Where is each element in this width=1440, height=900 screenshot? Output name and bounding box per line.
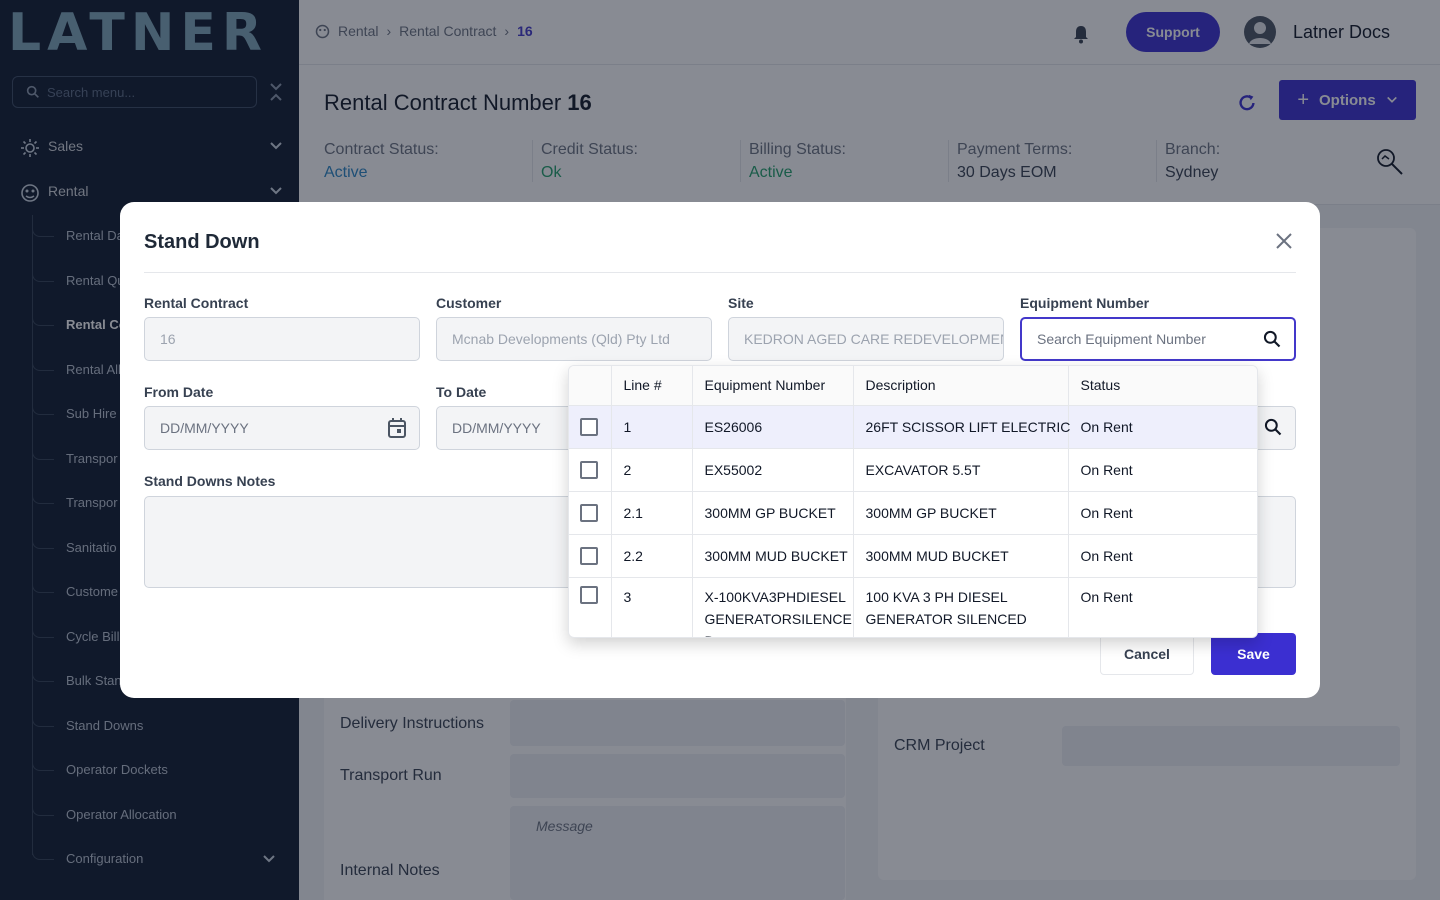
line-cell: 1 [611, 405, 693, 449]
row-checkbox[interactable] [580, 503, 598, 522]
description-cell: 100 KVA 3 PH DIESEL GENERATOR SILENCED [853, 577, 1069, 637]
from-date-label: From Date [144, 384, 214, 400]
save-button[interactable]: Save [1211, 633, 1296, 675]
customer-field: Mcnab Developments (Qld) Pty Ltd [436, 317, 712, 361]
rental-contract-value: 16 [160, 331, 176, 347]
row-select-cell [569, 405, 612, 449]
row-select-cell [569, 491, 612, 535]
table-header-row: Line # Equipment Number Description Stat… [569, 366, 1257, 406]
search-icon[interactable] [1262, 329, 1282, 349]
divider [144, 272, 1296, 273]
modal-title: Stand Down [144, 231, 260, 253]
table-row[interactable]: 2.1 300MM GP BUCKET 300MM GP BUCKET On R… [569, 491, 1257, 535]
equipment-dropdown: Line # Equipment Number Description Stat… [568, 365, 1258, 638]
equipment-cell: X-100KVA3PHDIESELGENERATORSILENCED [692, 577, 854, 637]
row-checkbox[interactable] [580, 585, 598, 604]
column-header: Description [853, 366, 1069, 406]
equipment-cell: EX55002 [692, 448, 854, 492]
site-value: KEDRON AGED CARE REDEVELOPMENT [744, 331, 1004, 347]
column-header: Status [1068, 366, 1257, 406]
status-cell: On Rent [1068, 405, 1257, 449]
table-row[interactable]: 1 ES26006 26FT SCISSOR LIFT ELECTRIC On … [569, 405, 1257, 449]
row-checkbox[interactable] [580, 417, 598, 436]
table-row[interactable]: 3 X-100KVA3PHDIESELGENERATORSILENCED 100… [569, 577, 1257, 637]
column-header: Equipment Number [692, 366, 854, 406]
line-cell: 3 [611, 577, 693, 637]
row-select-cell [569, 577, 612, 637]
row-select-cell [569, 534, 612, 578]
row-checkbox[interactable] [580, 460, 598, 479]
row-checkbox[interactable] [580, 546, 598, 565]
equipment-number-search-input[interactable]: Search Equipment Number [1020, 317, 1296, 361]
equipment-table: Line # Equipment Number Description Stat… [569, 366, 1257, 637]
customer-label: Customer [436, 295, 502, 311]
rental-contract-field: 16 [144, 317, 420, 361]
search-icon[interactable] [1263, 417, 1283, 437]
calendar-icon[interactable] [387, 417, 407, 439]
from-date-input[interactable]: DD/MM/YYYY [144, 406, 420, 450]
site-field: KEDRON AGED CARE REDEVELOPMENT [728, 317, 1004, 361]
equipment-number-label: Equipment Number [1020, 295, 1150, 311]
status-cell: On Rent [1068, 577, 1257, 637]
line-cell: 2.2 [611, 534, 693, 578]
site-label: Site [728, 295, 754, 311]
from-date-placeholder: DD/MM/YYYY [160, 420, 249, 436]
to-date-label: To Date [436, 384, 487, 400]
line-cell: 2 [611, 448, 693, 492]
equipment-cell: ES26006 [692, 405, 854, 449]
customer-value: Mcnab Developments (Qld) Pty Ltd [452, 331, 670, 347]
equipment-number-placeholder: Search Equipment Number [1037, 331, 1206, 347]
status-cell: On Rent [1068, 491, 1257, 535]
close-icon[interactable] [1275, 232, 1293, 250]
rental-contract-label: Rental Contract [144, 295, 249, 311]
row-select-cell [569, 448, 612, 492]
to-date-placeholder: DD/MM/YYYY [452, 420, 541, 436]
notes-label: Stand Downs Notes [144, 473, 276, 489]
description-cell: EXCAVATOR 5.5T [853, 448, 1069, 492]
description-cell: 300MM GP BUCKET [853, 491, 1069, 535]
status-cell: On Rent [1068, 534, 1257, 578]
column-header: Line # [611, 366, 693, 406]
description-cell: 26FT SCISSOR LIFT ELECTRIC [853, 405, 1070, 449]
line-cell: 2.1 [611, 491, 693, 535]
cancel-button[interactable]: Cancel [1100, 633, 1194, 675]
select-column-header [569, 366, 612, 406]
table-row[interactable]: 2 EX55002 EXCAVATOR 5.5T On Rent [569, 448, 1257, 492]
description-cell: 300MM MUD BUCKET [853, 534, 1069, 578]
status-cell: On Rent [1068, 448, 1257, 492]
equipment-cell: 300MM GP BUCKET [692, 491, 854, 535]
equipment-cell: 300MM MUD BUCKET [692, 534, 854, 578]
table-row[interactable]: 2.2 300MM MUD BUCKET 300MM MUD BUCKET On… [569, 534, 1257, 578]
